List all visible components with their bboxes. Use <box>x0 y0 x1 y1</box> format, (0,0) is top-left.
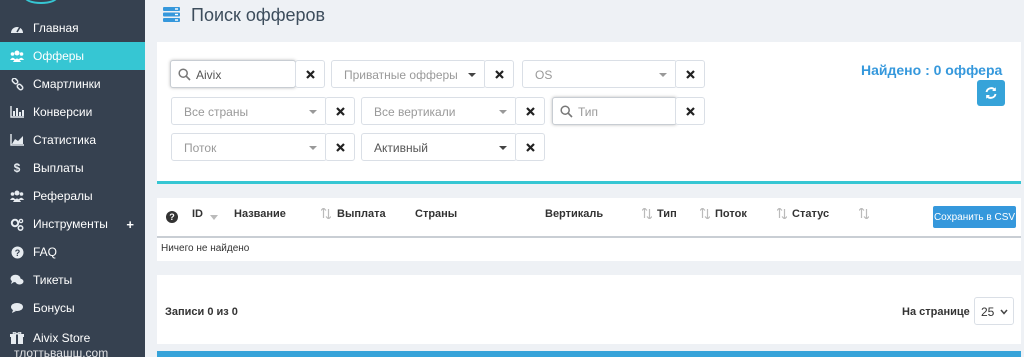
refresh-button[interactable] <box>977 80 1005 106</box>
private-offers-select[interactable]: Приватные офферы <box>331 60 486 88</box>
sidebar-item-faq[interactable]: ? FAQ <box>0 238 145 266</box>
sidebar-item-offers[interactable]: Офферы <box>0 42 145 70</box>
records-info: Записи 0 из 0 <box>165 306 238 318</box>
sort-icon[interactable] <box>776 207 788 220</box>
sidebar-item-tools[interactable]: Инструменты + <box>0 210 145 238</box>
sidebar: Главная Офферы Смартлинки Конверсии Стат… <box>0 0 145 357</box>
sort-icon[interactable] <box>320 207 332 220</box>
clear-flow-button[interactable] <box>325 133 355 161</box>
chevron-down-icon <box>659 73 667 77</box>
dollar-icon: $ <box>13 161 21 175</box>
close-icon <box>335 142 345 152</box>
gift-icon <box>10 301 24 315</box>
column-type[interactable]: Тип <box>657 208 677 220</box>
sort-icon[interactable] <box>699 207 711 220</box>
clear-type-button[interactable] <box>675 97 705 125</box>
area-chart-icon <box>10 133 24 147</box>
expand-plus-icon[interactable]: + <box>126 217 134 232</box>
chevron-down-icon <box>1000 309 1008 315</box>
clear-status-button[interactable] <box>515 133 545 161</box>
close-icon <box>525 106 535 116</box>
clear-verticals-button[interactable] <box>515 97 545 125</box>
link-icon <box>10 77 24 91</box>
page-title: Поиск офферов <box>191 5 326 25</box>
column-flow[interactable]: Поток <box>715 208 747 220</box>
clear-search-button[interactable] <box>295 60 325 88</box>
sidebar-item-main[interactable]: Главная <box>0 14 145 42</box>
sort-desc-icon[interactable] <box>210 210 220 221</box>
column-id[interactable]: ID <box>192 208 203 220</box>
comments-icon <box>10 273 24 287</box>
sidebar-logo-arc <box>24 0 58 4</box>
sidebar-item-statistics[interactable]: Статистика <box>0 126 145 154</box>
column-status[interactable]: Статус <box>792 208 829 220</box>
question-circle-icon: ? <box>10 245 24 259</box>
server-icon <box>163 7 180 22</box>
flow-select[interactable]: Поток <box>171 133 327 161</box>
sidebar-item-payouts[interactable]: $ Выплаты <box>0 154 145 182</box>
gears-icon <box>10 217 24 231</box>
bottom-bar <box>157 351 1021 357</box>
save-csv-button[interactable]: Сохранить в CSV <box>933 206 1016 228</box>
column-payout[interactable]: Выплата <box>337 208 386 220</box>
refresh-icon <box>985 87 997 99</box>
sort-icon[interactable] <box>858 207 870 220</box>
search-input[interactable]: Aivix <box>170 60 296 88</box>
users-icon <box>10 189 24 203</box>
close-icon <box>685 106 695 116</box>
close-icon <box>685 69 695 79</box>
verticals-select[interactable]: Все вертикали <box>361 97 517 125</box>
sort-icon[interactable] <box>641 207 653 220</box>
users-icon <box>10 49 24 63</box>
chevron-down-icon <box>309 110 317 114</box>
os-select[interactable]: OS <box>522 60 677 88</box>
offers-table: ? ID Название Выплата Страны Вертикаль Т… <box>157 198 1021 261</box>
sidebar-item-conversions[interactable]: Конверсии <box>0 98 145 126</box>
help-icon[interactable]: ? <box>166 211 178 223</box>
sidebar-item-tickets[interactable]: Тикеты <box>0 266 145 294</box>
per-page-select[interactable]: 25 <box>974 297 1014 325</box>
bar-chart-icon <box>10 105 24 119</box>
search-value: Aivix <box>196 68 222 82</box>
countries-select[interactable]: Все страны <box>171 97 327 125</box>
status-select[interactable]: Активный <box>361 133 517 161</box>
per-page-label: На странице <box>902 306 970 318</box>
sidebar-item-smartlinks[interactable]: Смартлинки <box>0 70 145 98</box>
sidebar-item-referrals[interactable]: Рефералы <box>0 182 145 210</box>
chevron-down-icon <box>499 110 507 114</box>
close-icon <box>335 106 345 116</box>
column-countries[interactable]: Страны <box>415 208 457 220</box>
store-icon <box>10 331 24 345</box>
table-header-divider <box>157 236 1021 238</box>
sidebar-item-bonuses[interactable]: Бонусы <box>0 294 145 322</box>
search-icon <box>560 105 573 118</box>
search-icon <box>178 68 191 81</box>
svg-text:?: ? <box>14 248 20 258</box>
column-vertical[interactable]: Вертикаль <box>545 208 603 220</box>
clear-private-offers-button[interactable] <box>484 60 514 88</box>
close-icon <box>305 69 315 79</box>
chevron-down-icon <box>309 146 317 150</box>
column-name[interactable]: Название <box>234 208 286 220</box>
type-input[interactable]: Тип <box>552 97 677 125</box>
dashboard-icon <box>10 21 24 35</box>
sidebar-bottom-text: тлоттьвашш.com <box>14 346 109 357</box>
found-count: Найдено : 0 оффера <box>861 62 1003 78</box>
clear-countries-button[interactable] <box>325 97 355 125</box>
close-icon <box>525 142 535 152</box>
empty-message: Ничего не найдено <box>161 243 250 254</box>
close-icon <box>494 69 504 79</box>
pagination-panel: Записи 0 из 0 На странице 25 <box>157 275 1021 344</box>
chevron-down-icon <box>499 146 507 150</box>
clear-os-button[interactable] <box>675 60 705 88</box>
chevron-down-icon <box>468 73 476 77</box>
